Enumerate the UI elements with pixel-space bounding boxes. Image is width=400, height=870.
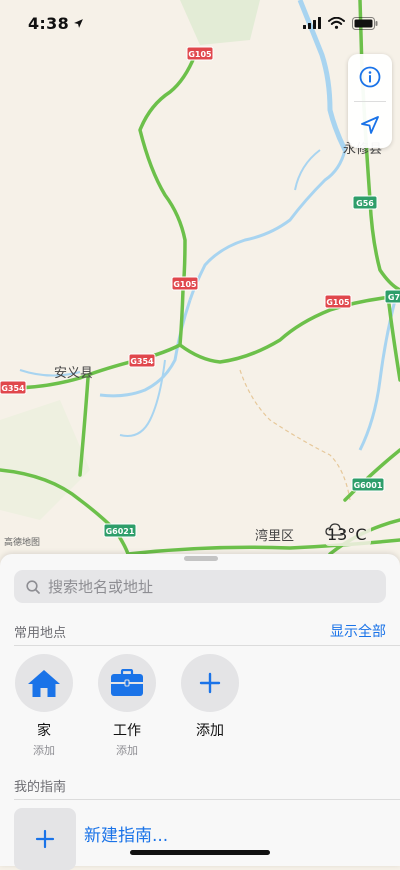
favorite-icon-circle bbox=[15, 654, 73, 712]
new-guide-button[interactable]: 新建指南... bbox=[14, 808, 168, 870]
status-time: 4:38 bbox=[28, 13, 69, 33]
plus-icon bbox=[35, 829, 55, 849]
battery-icon bbox=[352, 16, 378, 30]
svg-text:G7: G7 bbox=[388, 293, 400, 302]
sheet-grabber[interactable] bbox=[184, 556, 218, 561]
cellular-signal-icon bbox=[303, 17, 321, 29]
status-bar: 4:38 bbox=[0, 0, 400, 46]
new-guide-label: 新建指南... bbox=[84, 825, 169, 846]
show-all-link[interactable]: 显示全部 bbox=[330, 621, 386, 641]
favorite-label: 家 bbox=[37, 723, 51, 739]
favorite-sublabel: 添加 bbox=[33, 744, 55, 757]
location-arrow-icon bbox=[74, 18, 83, 28]
map-label-county: 安义县 bbox=[54, 366, 94, 381]
road-shield-g354: G354 bbox=[128, 353, 156, 368]
location-arrow-icon bbox=[361, 115, 379, 134]
favorite-home[interactable]: 家 添加 bbox=[14, 654, 74, 758]
road-shield-g56: G56 bbox=[352, 195, 378, 210]
favorite-icon-circle bbox=[98, 654, 156, 712]
favorite-label: 添加 bbox=[196, 723, 224, 739]
svg-text:G105: G105 bbox=[188, 50, 212, 59]
svg-text:G354: G354 bbox=[130, 357, 154, 366]
info-button[interactable] bbox=[348, 54, 392, 101]
search-input[interactable] bbox=[46, 576, 370, 597]
map-label-district: 湾里区 bbox=[255, 529, 295, 544]
map-view[interactable]: G105 G105 G105 G354 G354 G56 G7 G6001 G6… bbox=[0, 0, 400, 554]
locate-button[interactable] bbox=[348, 102, 392, 149]
home-indicator[interactable] bbox=[130, 850, 270, 855]
search-icon bbox=[26, 579, 40, 594]
favorites-title: 常用地点 bbox=[14, 625, 67, 641]
bottom-sheet: 常用地点 显示全部 家 添加 工作 添加 添加 bbox=[0, 554, 400, 870]
road-shield-g105: G105 bbox=[186, 46, 214, 61]
favorite-work[interactable]: 工作 添加 bbox=[97, 654, 157, 758]
section-divider bbox=[14, 645, 400, 646]
svg-text:G105: G105 bbox=[326, 298, 350, 307]
favorite-icon-circle bbox=[181, 654, 239, 712]
road-shields: G105 G105 G105 G354 G354 G56 G7 G6001 G6… bbox=[0, 46, 400, 538]
favorite-add[interactable]: 添加 bbox=[180, 654, 240, 740]
info-icon bbox=[359, 66, 381, 88]
road-shield-g105: G105 bbox=[324, 294, 352, 309]
guides-title: 我的指南 bbox=[14, 779, 67, 795]
svg-text:G6021: G6021 bbox=[106, 527, 135, 536]
weather-indicator[interactable]: 13°C bbox=[325, 522, 371, 546]
briefcase-icon bbox=[111, 669, 143, 696]
guides-header: 我的指南 bbox=[14, 774, 386, 796]
svg-text:G56: G56 bbox=[356, 199, 374, 208]
map-attribution: 高德地图 bbox=[4, 538, 41, 548]
guide-icon-box bbox=[14, 808, 76, 870]
home-icon bbox=[28, 670, 60, 697]
map-controls bbox=[348, 54, 392, 148]
favorite-label: 工作 bbox=[113, 723, 141, 739]
road-shield-g105: G105 bbox=[171, 276, 199, 291]
svg-text:G354: G354 bbox=[1, 384, 25, 393]
svg-text:G105: G105 bbox=[173, 280, 197, 289]
search-bar[interactable] bbox=[14, 570, 386, 603]
road-shield-g6001: G6001 bbox=[351, 477, 385, 492]
favorites-header: 常用地点 显示全部 bbox=[14, 620, 386, 642]
svg-text:G6001: G6001 bbox=[354, 481, 383, 490]
wifi-icon bbox=[328, 17, 345, 29]
road-shield-g354: G354 bbox=[0, 380, 27, 395]
road-shield-g6021: G6021 bbox=[103, 523, 137, 538]
road-shield-g7: G7 bbox=[384, 289, 400, 304]
favorite-sublabel: 添加 bbox=[116, 744, 138, 757]
cloud-icon bbox=[325, 523, 345, 536]
section-divider bbox=[14, 799, 400, 800]
plus-icon bbox=[199, 672, 221, 694]
